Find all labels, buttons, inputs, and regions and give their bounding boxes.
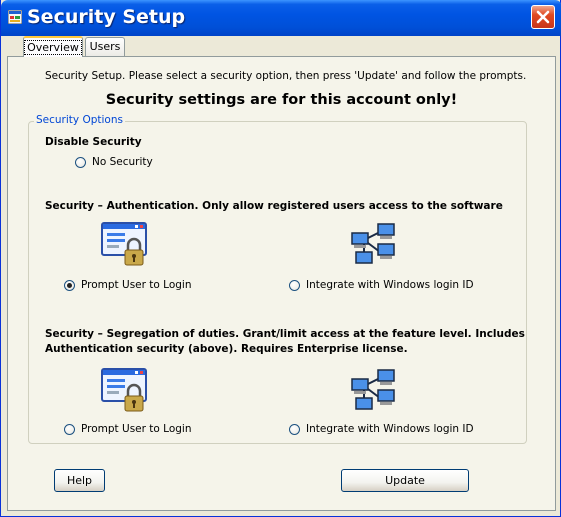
help-button[interactable]: Help	[54, 469, 105, 492]
auth-windows-login-radio[interactable]	[289, 279, 300, 291]
headline-warning: Security settings are for this account o…	[105, 92, 458, 108]
disable-security-title: Disable Security	[45, 136, 142, 148]
no-security-label: No Security	[92, 156, 153, 168]
tab-overview-label: Overview	[24, 40, 82, 55]
seg-windows-login-option[interactable]: Integrate with Windows login ID	[289, 423, 474, 435]
close-icon	[536, 10, 550, 24]
auth-prompt-login-label: Prompt User to Login	[81, 279, 192, 291]
tab-users[interactable]: Users	[85, 37, 125, 56]
seg-windows-login-label: Integrate with Windows login ID	[306, 423, 474, 435]
tab-overview[interactable]: Overview	[23, 36, 83, 57]
auth-prompt-login-option[interactable]: Prompt User to Login	[64, 279, 191, 291]
auth-prompt-login-radio[interactable]	[64, 279, 75, 291]
title-bar[interactable]: Security Setup	[1, 0, 561, 36]
authentication-title: Security – Authentication. Only allow re…	[45, 200, 503, 212]
close-button[interactable]	[531, 5, 555, 29]
seg-prompt-login-option[interactable]: Prompt User to Login	[64, 423, 191, 435]
seg-prompt-login-radio[interactable]	[64, 423, 75, 435]
auth-windows-login-option[interactable]: Integrate with Windows login ID	[289, 279, 474, 291]
login-lock-icon	[101, 368, 147, 412]
network-computers-icon	[351, 223, 395, 264]
auth-windows-login-label: Integrate with Windows login ID	[306, 279, 474, 291]
seg-prompt-login-label: Prompt User to Login	[81, 423, 192, 435]
security-options-label: Security Options	[34, 114, 125, 126]
network-computers-icon	[351, 369, 395, 410]
seg-windows-login-radio[interactable]	[289, 423, 300, 435]
update-button[interactable]: Update	[341, 469, 469, 492]
window-title: Security Setup	[27, 6, 186, 28]
app-icon	[8, 10, 22, 24]
segregation-title-line2: Authentication security (above). Require…	[45, 343, 408, 355]
security-setup-window: Security Setup Overview Users Security S…	[0, 0, 561, 517]
login-lock-icon	[101, 222, 147, 266]
no-security-option[interactable]: No Security	[75, 156, 153, 168]
intro-text: Security Setup. Please select a security…	[45, 70, 527, 82]
no-security-radio[interactable]	[75, 156, 86, 168]
tab-users-label: Users	[89, 40, 121, 53]
segregation-title-line1: Security – Segregation of duties. Grant/…	[45, 328, 525, 340]
